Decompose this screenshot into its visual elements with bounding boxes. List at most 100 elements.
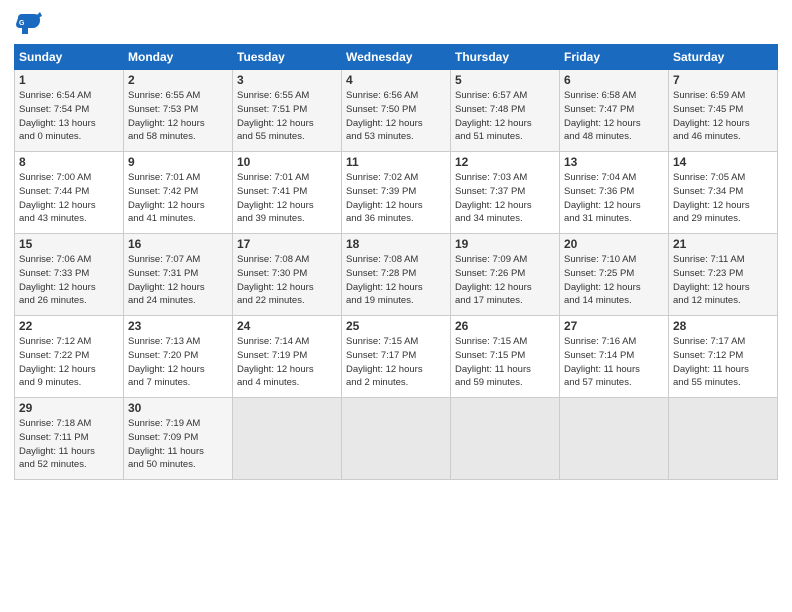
calendar-cell: 4 Sunrise: 6:56 AMSunset: 7:50 PMDaylight…: [342, 70, 451, 152]
calendar-cell: [560, 398, 669, 480]
day-number: 28: [673, 319, 773, 333]
calendar-cell: 13 Sunrise: 7:04 AMSunset: 7:36 PMDayligh…: [560, 152, 669, 234]
day-number: 20: [564, 237, 664, 251]
calendar-week-2: 8Sunrise: 7:00 AMSunset: 7:44 PMDaylight…: [15, 152, 778, 234]
calendar-cell: 24 Sunrise: 7:14 AMSunset: 7:19 PMDayligh…: [233, 316, 342, 398]
calendar-cell: 14Sunrise: 7:05 AMSunset: 7:34 PMDayligh…: [669, 152, 778, 234]
calendar-cell: 26 Sunrise: 7:15 AMSunset: 7:15 PMDayligh…: [451, 316, 560, 398]
day-info: Sunrise: 7:17 AMSunset: 7:12 PMDaylight:…: [673, 335, 773, 390]
calendar-cell: 19 Sunrise: 7:09 AMSunset: 7:26 PMDayligh…: [451, 234, 560, 316]
day-number: 3: [237, 73, 337, 87]
day-number: 23: [128, 319, 228, 333]
calendar-cell: 25Sunrise: 7:15 AMSunset: 7:17 PMDayligh…: [342, 316, 451, 398]
day-info: Sunrise: 6:55 AMSunset: 7:51 PMDaylight:…: [237, 89, 337, 144]
calendar-cell: [669, 398, 778, 480]
day-number: 26: [455, 319, 555, 333]
day-number: 2: [128, 73, 228, 87]
calendar-cell: [233, 398, 342, 480]
day-number: 4: [346, 73, 446, 87]
calendar-cell: 17Sunrise: 7:08 AMSunset: 7:30 PMDayligh…: [233, 234, 342, 316]
calendar-cell: [342, 398, 451, 480]
day-info: Sunrise: 7:13 AMSunset: 7:20 PMDaylight:…: [128, 335, 228, 390]
calendar-week-5: 29 Sunrise: 7:18 AMSunset: 7:11 PMDayligh…: [15, 398, 778, 480]
calendar-page: G SundayMondayTuesdayWednesdayThursdayFr…: [0, 0, 792, 612]
calendar-week-1: 1Sunrise: 6:54 AMSunset: 7:54 PMDaylight…: [15, 70, 778, 152]
calendar-table: SundayMondayTuesdayWednesdayThursdayFrid…: [14, 44, 778, 480]
day-info: Sunrise: 7:03 AMSunset: 7:37 PMDaylight:…: [455, 171, 555, 226]
calendar-cell: 27 Sunrise: 7:16 AMSunset: 7:14 PMDayligh…: [560, 316, 669, 398]
day-info: Sunrise: 6:57 AMSunset: 7:48 PMDaylight:…: [455, 89, 555, 144]
day-info: Sunrise: 7:15 AMSunset: 7:17 PMDaylight:…: [346, 335, 446, 390]
day-info: Sunrise: 7:02 AMSunset: 7:39 PMDaylight:…: [346, 171, 446, 226]
day-number: 30: [128, 401, 228, 415]
day-info: Sunrise: 7:12 AMSunset: 7:22 PMDaylight:…: [19, 335, 119, 390]
calendar-week-3: 15 Sunrise: 7:06 AMSunset: 7:33 PMDayligh…: [15, 234, 778, 316]
calendar-cell: 20 Sunrise: 7:10 AMSunset: 7:25 PMDayligh…: [560, 234, 669, 316]
calendar-cell: 21 Sunrise: 7:11 AMSunset: 7:23 PMDayligh…: [669, 234, 778, 316]
calendar-cell: 18 Sunrise: 7:08 AMSunset: 7:28 PMDayligh…: [342, 234, 451, 316]
day-info: Sunrise: 7:11 AMSunset: 7:23 PMDaylight:…: [673, 253, 773, 308]
day-info: Sunrise: 7:07 AMSunset: 7:31 PMDaylight:…: [128, 253, 228, 308]
calendar-week-4: 22 Sunrise: 7:12 AMSunset: 7:22 PMDayligh…: [15, 316, 778, 398]
calendar-cell: 3 Sunrise: 6:55 AMSunset: 7:51 PMDaylight…: [233, 70, 342, 152]
day-info: Sunrise: 6:59 AMSunset: 7:45 PMDaylight:…: [673, 89, 773, 144]
day-number: 5: [455, 73, 555, 87]
day-info: Sunrise: 7:15 AMSunset: 7:15 PMDaylight:…: [455, 335, 555, 390]
header: G: [14, 10, 778, 38]
calendar-cell: 2 Sunrise: 6:55 AMSunset: 7:53 PMDaylight…: [124, 70, 233, 152]
day-number: 15: [19, 237, 119, 251]
calendar-cell: 1Sunrise: 6:54 AMSunset: 7:54 PMDaylight…: [15, 70, 124, 152]
day-info: Sunrise: 7:05 AMSunset: 7:34 PMDaylight:…: [673, 171, 773, 226]
day-info: Sunrise: 7:08 AMSunset: 7:28 PMDaylight:…: [346, 253, 446, 308]
header-row: SundayMondayTuesdayWednesdayThursdayFrid…: [15, 45, 778, 70]
calendar-cell: 6 Sunrise: 6:58 AMSunset: 7:47 PMDaylight…: [560, 70, 669, 152]
svg-text:G: G: [19, 20, 25, 27]
day-info: Sunrise: 7:14 AMSunset: 7:19 PMDaylight:…: [237, 335, 337, 390]
day-number: 16: [128, 237, 228, 251]
day-info: Sunrise: 7:10 AMSunset: 7:25 PMDaylight:…: [564, 253, 664, 308]
day-info: Sunrise: 7:18 AMSunset: 7:11 PMDaylight:…: [19, 417, 119, 472]
calendar-cell: 12 Sunrise: 7:03 AMSunset: 7:37 PMDayligh…: [451, 152, 560, 234]
day-number: 8: [19, 155, 119, 169]
calendar-body: 1Sunrise: 6:54 AMSunset: 7:54 PMDaylight…: [15, 70, 778, 480]
weekday-header-sunday: Sunday: [15, 45, 124, 70]
day-number: 22: [19, 319, 119, 333]
calendar-cell: 7 Sunrise: 6:59 AMSunset: 7:45 PMDaylight…: [669, 70, 778, 152]
weekday-header-tuesday: Tuesday: [233, 45, 342, 70]
calendar-cell: 16 Sunrise: 7:07 AMSunset: 7:31 PMDayligh…: [124, 234, 233, 316]
day-info: Sunrise: 6:58 AMSunset: 7:47 PMDaylight:…: [564, 89, 664, 144]
day-info: Sunrise: 7:04 AMSunset: 7:36 PMDaylight:…: [564, 171, 664, 226]
calendar-cell: 28 Sunrise: 7:17 AMSunset: 7:12 PMDayligh…: [669, 316, 778, 398]
day-info: Sunrise: 7:01 AMSunset: 7:42 PMDaylight:…: [128, 171, 228, 226]
calendar-cell: 11 Sunrise: 7:02 AMSunset: 7:39 PMDayligh…: [342, 152, 451, 234]
calendar-cell: 9Sunrise: 7:01 AMSunset: 7:42 PMDaylight…: [124, 152, 233, 234]
day-number: 17: [237, 237, 337, 251]
day-number: 13: [564, 155, 664, 169]
day-number: 24: [237, 319, 337, 333]
day-number: 29: [19, 401, 119, 415]
day-number: 19: [455, 237, 555, 251]
logo-icon: G: [14, 10, 42, 38]
calendar-cell: 30 Sunrise: 7:19 AMSunset: 7:09 PMDayligh…: [124, 398, 233, 480]
weekday-header-wednesday: Wednesday: [342, 45, 451, 70]
weekday-header-saturday: Saturday: [669, 45, 778, 70]
day-number: 27: [564, 319, 664, 333]
day-info: Sunrise: 7:19 AMSunset: 7:09 PMDaylight:…: [128, 417, 228, 472]
day-info: Sunrise: 7:09 AMSunset: 7:26 PMDaylight:…: [455, 253, 555, 308]
day-info: Sunrise: 7:01 AMSunset: 7:41 PMDaylight:…: [237, 171, 337, 226]
day-info: Sunrise: 7:16 AMSunset: 7:14 PMDaylight:…: [564, 335, 664, 390]
day-number: 6: [564, 73, 664, 87]
day-number: 7: [673, 73, 773, 87]
day-number: 12: [455, 155, 555, 169]
day-info: Sunrise: 6:56 AMSunset: 7:50 PMDaylight:…: [346, 89, 446, 144]
calendar-cell: 8Sunrise: 7:00 AMSunset: 7:44 PMDaylight…: [15, 152, 124, 234]
day-number: 21: [673, 237, 773, 251]
day-info: Sunrise: 6:55 AMSunset: 7:53 PMDaylight:…: [128, 89, 228, 144]
calendar-cell: 23 Sunrise: 7:13 AMSunset: 7:20 PMDayligh…: [124, 316, 233, 398]
day-number: 18: [346, 237, 446, 251]
calendar-cell: 22 Sunrise: 7:12 AMSunset: 7:22 PMDayligh…: [15, 316, 124, 398]
day-number: 11: [346, 155, 446, 169]
day-info: Sunrise: 7:06 AMSunset: 7:33 PMDaylight:…: [19, 253, 119, 308]
calendar-cell: 29 Sunrise: 7:18 AMSunset: 7:11 PMDayligh…: [15, 398, 124, 480]
calendar-cell: 10Sunrise: 7:01 AMSunset: 7:41 PMDayligh…: [233, 152, 342, 234]
